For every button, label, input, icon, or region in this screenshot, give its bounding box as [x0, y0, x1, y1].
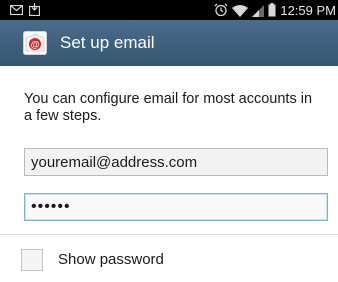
download-notification-icon: [29, 3, 40, 16]
signal-icon: [252, 4, 265, 17]
action-bar: @ Set up email: [0, 20, 338, 66]
wifi-icon: [232, 4, 249, 17]
email-app-icon[interactable]: @: [23, 31, 47, 55]
setup-instructions: You can configure email for most account…: [24, 91, 313, 124]
system-icons: 12:59 PM: [214, 2, 336, 18]
status-bar: 12:59 PM: [0, 0, 338, 20]
notification-icons: [10, 3, 40, 16]
password-field[interactable]: [24, 193, 328, 221]
svg-text:@: @: [31, 40, 40, 50]
show-password-label[interactable]: Show password: [58, 251, 164, 268]
divider: [0, 234, 338, 235]
page-title: Set up email: [60, 33, 155, 52]
email-field[interactable]: [24, 148, 328, 176]
battery-icon: [268, 3, 276, 17]
show-password-checkbox[interactable]: [21, 249, 43, 271]
status-time: 12:59 PM: [280, 2, 336, 18]
alarm-icon: [214, 3, 228, 17]
email-notification-icon: [10, 4, 23, 15]
